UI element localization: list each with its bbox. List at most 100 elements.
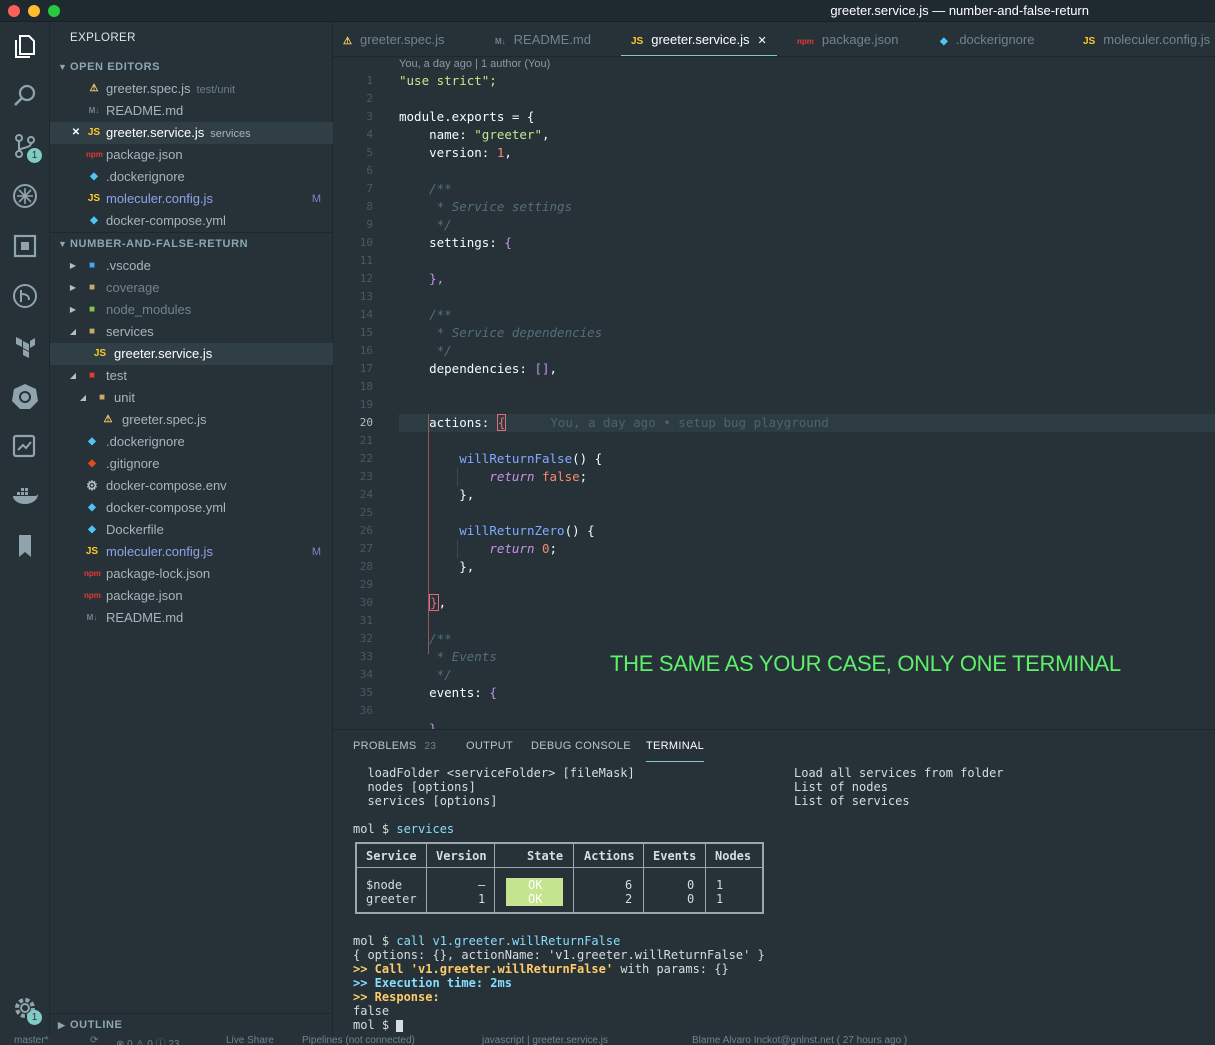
tree-file[interactable]: npm package.json: [50, 585, 333, 607]
tab-terminal[interactable]: TERMINAL: [646, 740, 705, 762]
branch-status[interactable]: master*: [14, 1035, 48, 1045]
tree-file[interactable]: ⚙ docker-compose.env: [50, 475, 333, 497]
docker-file-icon: ◆: [88, 524, 96, 535]
vscode-folder-icon: ■: [88, 260, 96, 271]
tree-file[interactable]: ◆ Dockerfile: [50, 519, 333, 541]
table-cell: 1: [716, 878, 724, 892]
kubernetes-icon: [12, 384, 38, 409]
open-editor-item[interactable]: ◆ docker-compose.yml: [50, 210, 333, 232]
gear-file-icon: ⚙: [86, 478, 98, 493]
source-control-activity-button[interactable]: 1: [0, 126, 50, 166]
remote-explorer-activity-button[interactable]: [0, 426, 50, 466]
codelens-blame[interactable]: You, a day ago | 1 author (You): [399, 58, 550, 70]
explorer-activity-button[interactable]: [0, 26, 50, 66]
tree-file[interactable]: ⚠ greeter.spec.js: [50, 409, 333, 431]
code-editor[interactable]: You, a day ago | 1 author (You) 12345678…: [333, 57, 1215, 729]
line-number: 21: [359, 434, 373, 447]
line-number: 24: [359, 488, 373, 501]
file-name: greeter.service.js: [106, 125, 205, 140]
tree-folder[interactable]: ◢ ■ unit: [50, 387, 333, 409]
open-editors-section[interactable]: ▼ OPEN EDITORS: [50, 56, 333, 78]
code-line: },: [459, 487, 475, 502]
tree-file[interactable]: ◆ docker-compose.yml: [50, 497, 333, 519]
chevron-down-icon: ◢: [69, 371, 77, 380]
tree-file[interactable]: npm package-lock.json: [50, 563, 333, 585]
code-line: return 0;: [489, 541, 558, 556]
folder-icon: ■: [88, 282, 96, 293]
tree-folder[interactable]: ▶ ■ coverage: [50, 277, 333, 299]
outline-label: OUTLINE: [70, 1019, 123, 1031]
tree-file[interactable]: ◆ .dockerignore: [50, 431, 333, 453]
extensions-activity-button[interactable]: [0, 226, 50, 266]
git-graph-activity-button[interactable]: [0, 276, 50, 316]
open-editor-item[interactable]: M↓ README.md: [50, 100, 333, 122]
js-file-icon: JS: [1083, 36, 1096, 47]
tree-folder[interactable]: ◢ ■ services: [50, 321, 333, 343]
tab-label: .dockerignore: [955, 32, 1035, 47]
editor-tabs: ⚠ greeter.spec.js M↓ README.md JS greeter.s…: [333, 22, 1215, 57]
open-editor-item[interactable]: JS moleculer.config.js M: [50, 188, 333, 210]
tree-label: unit: [114, 390, 135, 405]
tab-problems[interactable]: PROBLEMS 23: [353, 740, 436, 762]
tree-folder[interactable]: ▶ ■ .vscode: [50, 255, 333, 277]
close-editor-icon[interactable]: ✕: [68, 122, 84, 144]
open-editor-item[interactable]: npm package.json: [50, 144, 333, 166]
code-line: name: "greeter",: [429, 127, 550, 142]
tree-file[interactable]: JS greeter.service.js: [50, 343, 333, 365]
live-share-status[interactable]: Live Share: [226, 1035, 274, 1045]
tab-package-json[interactable]: npm package.json: [797, 22, 899, 56]
node-folder-icon: ■: [88, 304, 96, 315]
tab-moleculer-config[interactable]: JS moleculer.config.js: [1083, 22, 1210, 56]
terraform-activity-button[interactable]: [0, 326, 50, 366]
file-path: services: [210, 128, 251, 140]
tab-greeter-service[interactable]: JS greeter.service.js ✕: [621, 22, 777, 56]
open-editor-item[interactable]: ✕ JS greeter.service.js services: [50, 122, 333, 144]
project-section[interactable]: ▼ NUMBER-AND-FALSE-RETURN: [50, 232, 333, 254]
line-number: 25: [359, 506, 373, 519]
line-number: 12: [359, 272, 373, 285]
line-number: 1: [366, 74, 373, 87]
tree-file[interactable]: ◆ .gitignore: [50, 453, 333, 475]
sync-icon[interactable]: ⟳: [90, 1035, 98, 1045]
tree-file[interactable]: M↓ README.md: [50, 607, 333, 629]
tab-dockerignore[interactable]: ◆ .dockerignore: [940, 22, 1035, 56]
pipelines-status[interactable]: Pipelines (not connected): [302, 1035, 415, 1045]
title-bar: greeter.service.js — number-and-false-re…: [0, 0, 1215, 22]
open-editor-item[interactable]: ◆ .dockerignore: [50, 166, 333, 188]
kubernetes-activity-button[interactable]: [0, 376, 50, 416]
docker-activity-button[interactable]: [0, 476, 50, 516]
tab-readme[interactable]: M↓ README.md: [495, 22, 591, 56]
line-number: 36: [359, 704, 373, 717]
chevron-right-icon: ▶: [69, 283, 77, 292]
tree-folder[interactable]: ▶ ■ node_modules: [50, 299, 333, 321]
tab-greeter-spec[interactable]: ⚠ greeter.spec.js: [343, 22, 445, 56]
open-editor-item[interactable]: ⚠ greeter.spec.js test/unit: [50, 78, 333, 100]
tab-debug-console[interactable]: DEBUG CONSOLE: [531, 740, 631, 762]
terminal-line: { options: {}, actionName: 'v1.greeter.w…: [353, 948, 765, 962]
problems-status[interactable]: ⊗ 0 ⚠ 0 ⓘ 23: [116, 1035, 179, 1045]
line-number: 9: [366, 218, 373, 231]
tree-file[interactable]: JS moleculer.config.js M: [50, 541, 333, 563]
tab-output[interactable]: OUTPUT: [466, 740, 513, 762]
tree-folder[interactable]: ◢ ■ test: [50, 365, 333, 387]
line-number: 15: [359, 326, 373, 339]
tree-label: greeter.service.js: [114, 346, 213, 361]
file-name: package.json: [106, 147, 183, 162]
outline-section[interactable]: ▶ OUTLINE: [50, 1013, 333, 1035]
terminal-line: services [options]: [353, 794, 498, 808]
terminal-line: List of nodes: [794, 780, 888, 794]
debug-activity-button[interactable]: [0, 176, 50, 216]
terminal-line: nodes [options]: [353, 780, 476, 794]
bookmarks-activity-button[interactable]: [0, 526, 50, 566]
table-cell: 2: [625, 892, 633, 906]
line-number: 10: [359, 236, 373, 249]
code-line: },: [429, 271, 445, 286]
tree-label: coverage: [106, 280, 160, 295]
settings-activity-button[interactable]: 1: [0, 988, 50, 1028]
table-cell: OK: [528, 892, 543, 906]
tree-label: greeter.spec.js: [122, 412, 207, 427]
search-activity-button[interactable]: [0, 76, 50, 116]
blame-status[interactable]: Blame Alvaro Inckot@gnlnst.net ( 27 hour…: [692, 1035, 907, 1045]
close-tab-icon[interactable]: ✕: [758, 35, 767, 47]
language-status[interactable]: javascript | greeter.service.js: [482, 1035, 608, 1045]
